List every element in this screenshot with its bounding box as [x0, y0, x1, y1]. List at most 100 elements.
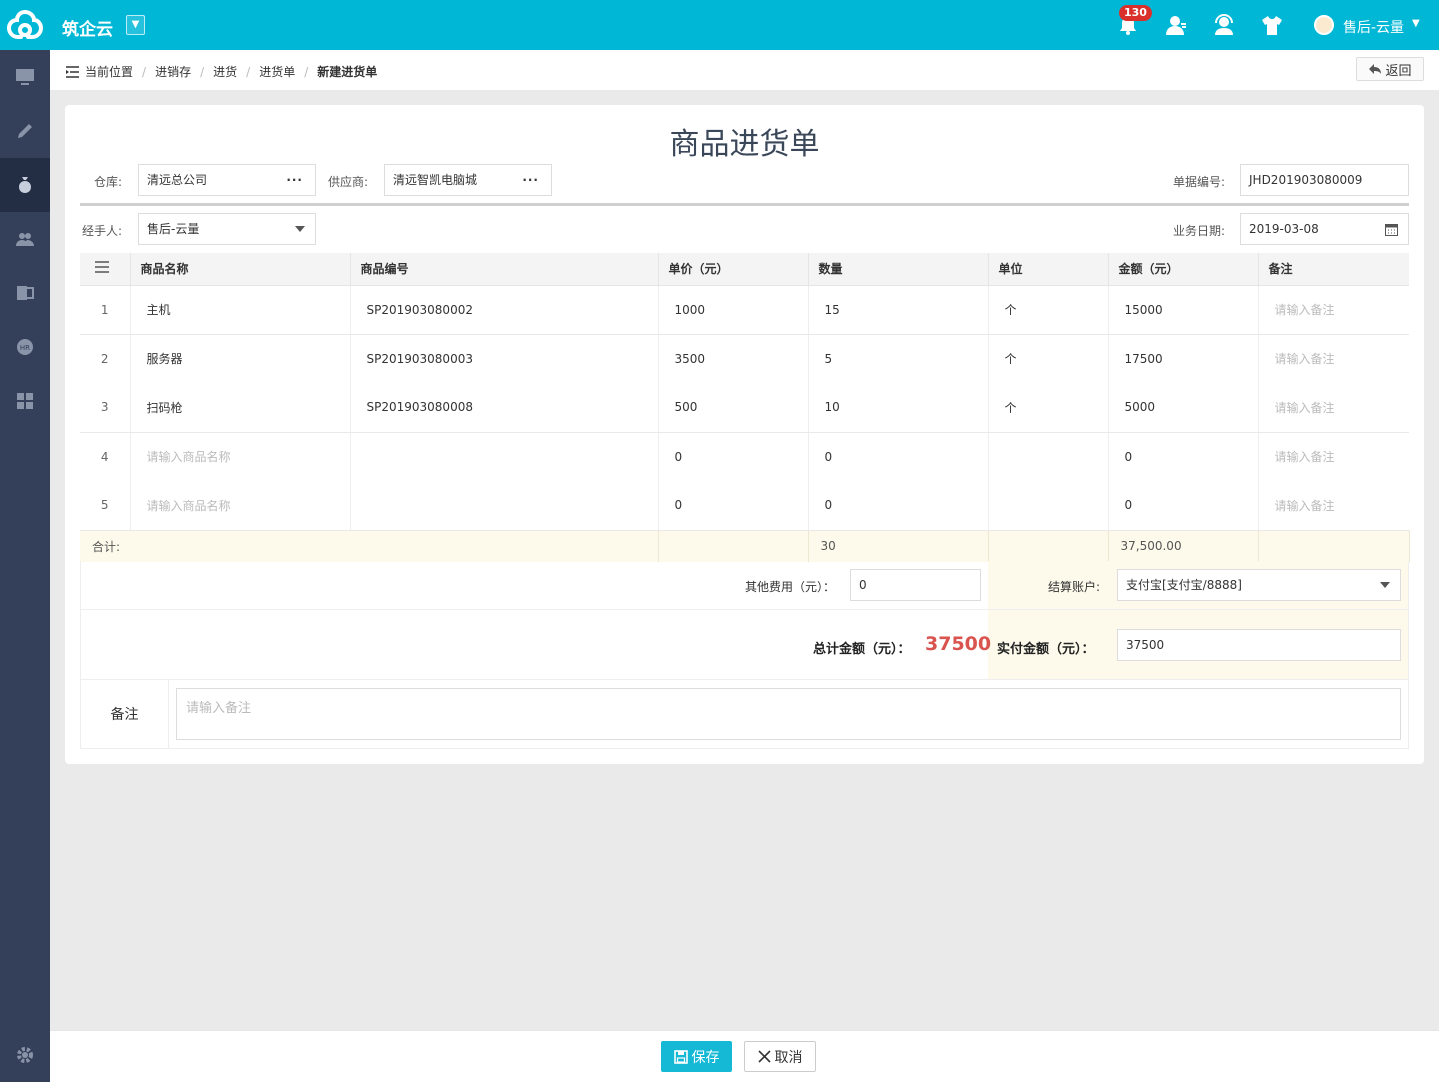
divider — [80, 203, 1409, 206]
cell-name[interactable]: 服务器 — [130, 334, 351, 383]
supplier-select[interactable]: 清远智凯电脑城 ··· — [384, 164, 552, 196]
summary-empty — [1258, 530, 1410, 562]
col-header-unit: 单位 — [988, 253, 1109, 286]
cell-remark[interactable]: 请输入备注 — [1258, 481, 1409, 531]
cell-qty[interactable]: 15 — [808, 285, 989, 335]
back-button[interactable]: 返回 — [1356, 57, 1424, 81]
app-name: 筑企云 — [62, 20, 113, 40]
cell-name[interactable]: 扫码枪 — [130, 383, 351, 433]
table-row: 3 扫码枪 SP201903080008 500 10 个 5000 请输入备注 — [80, 383, 1409, 433]
summary-amount: 37,500.00 — [1108, 530, 1259, 562]
more-icon[interactable]: ··· — [286, 165, 303, 195]
account-label: 结算账户: — [1048, 580, 1101, 594]
users-icon — [16, 233, 34, 246]
sidebar-item-inventory[interactable] — [0, 158, 50, 212]
user-menu-caret-icon[interactable]: ▼ — [1412, 18, 1420, 29]
cell-unit: 个 — [988, 285, 1109, 335]
floppy-icon — [673, 1049, 688, 1064]
cell-price[interactable]: 3500 — [658, 334, 809, 383]
summary-empty — [988, 530, 1109, 562]
breadcrumb-item-purchase[interactable]: 进货 — [213, 63, 237, 80]
doc-no-value: JHD201903080009 — [1249, 173, 1363, 187]
cell-remark[interactable]: 请输入备注 — [1258, 432, 1409, 481]
app-logo[interactable] — [6, 8, 44, 42]
cell-unit — [988, 432, 1109, 481]
cell-code[interactable]: SP201903080008 — [350, 383, 659, 433]
cell-price[interactable]: 0 — [658, 481, 809, 531]
row-index: 3 — [80, 383, 131, 433]
cell-name[interactable]: 主机 — [130, 285, 351, 335]
sidebar-item-desktop[interactable] — [0, 50, 50, 104]
remark-textarea[interactable]: 请输入备注 — [176, 688, 1401, 740]
cell-price[interactable]: 500 — [658, 383, 809, 433]
sidebar-item-edit[interactable] — [0, 104, 50, 158]
summary-label: 合计: — [80, 530, 659, 562]
user-name[interactable]: 售后-云量 — [1343, 17, 1404, 37]
chevron-down-icon — [1380, 582, 1390, 588]
top-bar: 筑企云 ▼ 130 售后-云量 ▼ — [0, 0, 1439, 50]
cell-qty[interactable]: 0 — [808, 432, 989, 481]
row-index: 2 — [80, 334, 131, 383]
sidebar-item-settings[interactable] — [0, 1028, 50, 1082]
sidebar-item-hr[interactable]: HR — [0, 320, 50, 374]
account-select[interactable]: 支付宝[支付宝/8888] — [1117, 569, 1401, 601]
paid-input[interactable]: 37500 — [1117, 629, 1401, 661]
cell-code[interactable] — [350, 481, 659, 531]
col-header-remark: 备注 — [1258, 253, 1409, 286]
row-index: 4 — [80, 432, 131, 481]
cell-code[interactable] — [350, 432, 659, 481]
office-doc-icon — [17, 286, 34, 300]
warehouse-select[interactable]: 清远总公司 ··· — [138, 164, 316, 196]
save-button[interactable]: 保存 — [661, 1041, 732, 1072]
cell-amount[interactable]: 15000 — [1108, 285, 1259, 335]
grid-icon — [17, 393, 33, 409]
summary-qty: 30 — [808, 530, 989, 562]
table-row: 5 请输入商品名称 0 0 0 请输入备注 — [80, 481, 1409, 531]
biz-date-field[interactable]: 2019-03-08 — [1240, 213, 1409, 245]
cell-code[interactable]: SP201903080003 — [350, 334, 659, 383]
cell-price[interactable]: 0 — [658, 432, 809, 481]
more-icon[interactable]: ··· — [522, 165, 539, 195]
customer-service-icon[interactable] — [1213, 14, 1235, 36]
cell-remark[interactable]: 请输入备注 — [1258, 334, 1409, 383]
breadcrumb-item-purchase-order[interactable]: 进货单 — [259, 63, 295, 80]
column-menu[interactable] — [80, 253, 131, 286]
other-fee-input[interactable]: 0 — [850, 569, 981, 601]
cell-amount[interactable]: 17500 — [1108, 334, 1259, 383]
gear-icon — [17, 1047, 33, 1063]
page-title: 商品进货单 — [669, 127, 820, 162]
app-switch-dropdown[interactable]: ▼ — [126, 15, 145, 35]
sidebar-item-office[interactable] — [0, 266, 50, 320]
breadcrumb-label: 当前位置 — [85, 65, 134, 79]
sidebar-item-customers[interactable] — [0, 212, 50, 266]
monitor-icon — [16, 69, 34, 85]
cell-name[interactable]: 请输入商品名称 — [130, 481, 351, 531]
avatar[interactable] — [1314, 15, 1334, 35]
contacts-icon[interactable] — [1165, 14, 1187, 36]
hamburger-icon[interactable] — [95, 261, 109, 274]
breadcrumb-item-inventory[interactable]: 进销存 — [155, 63, 191, 80]
cell-qty[interactable]: 0 — [808, 481, 989, 531]
theme-shirt-icon[interactable] — [1261, 14, 1283, 36]
doc-no-field[interactable]: JHD201903080009 — [1240, 164, 1409, 196]
calendar-icon[interactable] — [1385, 223, 1398, 236]
cell-qty[interactable]: 5 — [808, 334, 989, 383]
breadcrumb: 当前位置 / 进销存 / 进货 / 进货单 / 新建进货单 — [66, 63, 377, 80]
cell-price[interactable]: 1000 — [658, 285, 809, 335]
summary-empty — [658, 530, 809, 562]
table-row: 2 服务器 SP201903080003 3500 5 个 17500 请输入备… — [80, 334, 1409, 383]
paid-label: 实付金额（元）： — [997, 642, 1095, 657]
cell-remark[interactable]: 请输入备注 — [1258, 383, 1409, 433]
handler-select[interactable]: 售后-云量 — [138, 213, 316, 245]
col-header-code: 商品编号 — [350, 253, 659, 286]
sidebar-item-apps[interactable] — [0, 374, 50, 428]
cell-amount[interactable]: 5000 — [1108, 383, 1259, 433]
cell-amount[interactable]: 0 — [1108, 481, 1259, 531]
cell-name[interactable]: 请输入商品名称 — [130, 432, 351, 481]
row-index: 5 — [80, 481, 131, 531]
cell-code[interactable]: SP201903080002 — [350, 285, 659, 335]
cell-amount[interactable]: 0 — [1108, 432, 1259, 481]
cell-qty[interactable]: 10 — [808, 383, 989, 433]
cancel-button[interactable]: 取消 — [744, 1041, 816, 1072]
cell-remark[interactable]: 请输入备注 — [1258, 285, 1409, 335]
